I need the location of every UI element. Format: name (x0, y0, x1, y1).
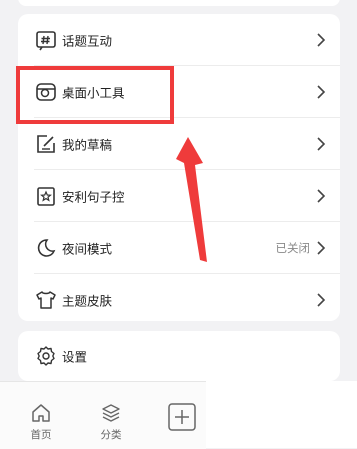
tab-label: 首页 (30, 429, 52, 441)
gear-icon (37, 346, 55, 366)
menu-card: 话题互动 桌面小工具 我的草稿 安利句子控 夜间模式 已关闭 主题皮肤 (18, 14, 340, 321)
chevron-right-icon (317, 292, 326, 307)
menu-item-night-mode[interactable]: 夜间模式 已关闭 (18, 222, 340, 273)
menu-item-theme-skin[interactable]: 主题皮肤 (18, 274, 340, 325)
bottom-tab-bar: 首页 分类 (0, 381, 206, 449)
plus-icon (168, 403, 196, 431)
menu-item-label: 夜间模式 (62, 241, 113, 256)
tab-categories[interactable]: 分类 (91, 382, 131, 449)
chevron-right-icon (317, 84, 326, 99)
menu-item-topic-interaction[interactable]: 话题互动 (18, 14, 340, 65)
menu-item-label: 安利句子控 (62, 189, 125, 204)
blank-area (206, 381, 357, 448)
menu-item-desktop-widgets[interactable]: 桌面小工具 (18, 66, 340, 117)
menu-item-label: 我的草稿 (62, 137, 113, 152)
tab-label: 分类 (100, 429, 122, 441)
top-card-edge (18, 0, 340, 6)
moon-icon (37, 238, 56, 257)
menu-item-my-drafts[interactable]: 我的草稿 (18, 118, 340, 169)
menu-item-recommend[interactable]: 安利句子控 (18, 170, 340, 221)
tab-home[interactable]: 首页 (21, 382, 61, 449)
chevron-right-icon (317, 32, 326, 47)
hashtag-icon (36, 30, 56, 50)
widget-icon (36, 82, 56, 101)
chevron-right-icon (317, 240, 326, 255)
settings-label: 设置 (62, 349, 88, 365)
menu-item-label: 桌面小工具 (62, 85, 125, 100)
night-mode-status: 已关闭 (275, 240, 311, 255)
create-button[interactable] (163, 382, 203, 449)
layers-icon (102, 404, 120, 422)
menu-item-settings[interactable]: 设置 (18, 331, 340, 381)
home-icon (32, 404, 50, 422)
draft-icon (37, 134, 55, 153)
chevron-right-icon (317, 136, 326, 151)
menu-item-label: 话题互动 (62, 33, 113, 48)
tshirt-icon (36, 290, 56, 309)
star-badge-icon (37, 186, 55, 206)
settings-card: 设置 (18, 331, 340, 381)
menu-item-label: 主题皮肤 (62, 293, 113, 308)
chevron-right-icon (317, 188, 326, 203)
